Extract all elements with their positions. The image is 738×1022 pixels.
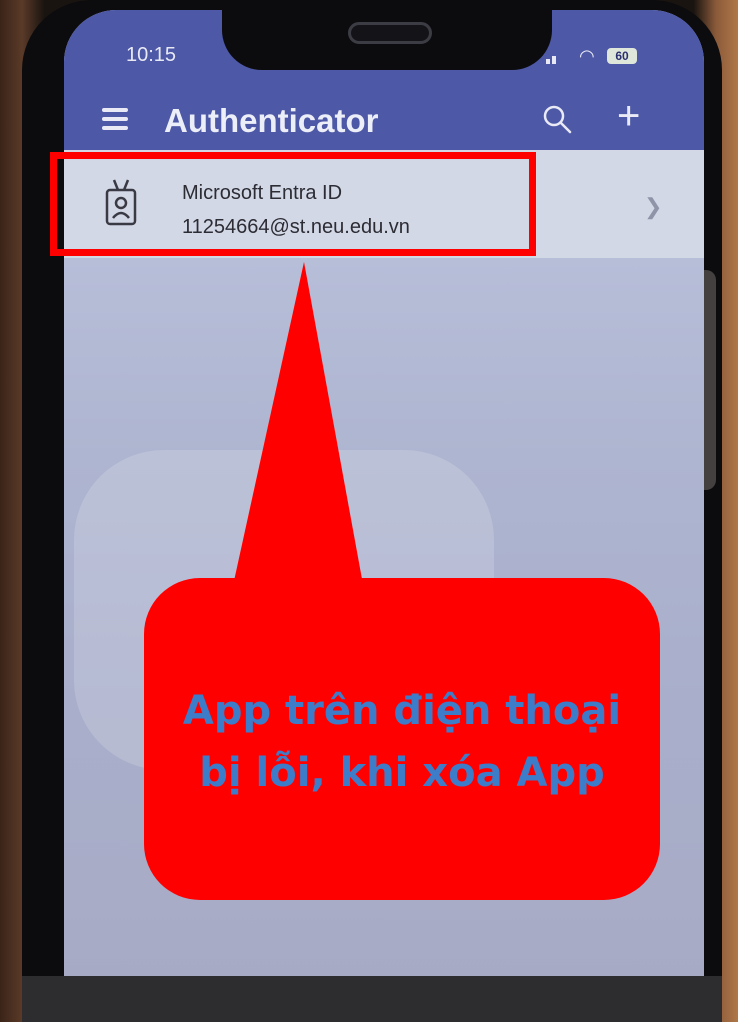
bottom-bezel [22,976,722,1022]
signal-bars-icon [546,54,560,64]
speaker-grille [348,22,432,44]
search-icon[interactable] [542,104,572,134]
app-title: Authenticator [164,102,379,139]
chevron-right-icon[interactable]: ❯ [644,194,662,220]
annotation-text: App trên điện thoại bị lỗi, khi xóa App [182,688,622,796]
battery-level: 60 [615,49,629,63]
wifi-icon: ◠ [579,46,595,66]
plus-icon[interactable]: + [617,96,640,136]
hamburger-menu-icon[interactable] [102,108,128,130]
highlight-box [50,152,536,256]
app-bar: Authenticator + [64,88,704,150]
status-bar: 10:15 ◠ 60 [64,10,704,88]
status-time: 10:15 [126,44,177,66]
annotation-callout: App trên điện thoại bị lỗi, khi xóa App [144,578,660,900]
camera-notch [222,10,552,70]
battery-icon: 60 [607,48,637,64]
